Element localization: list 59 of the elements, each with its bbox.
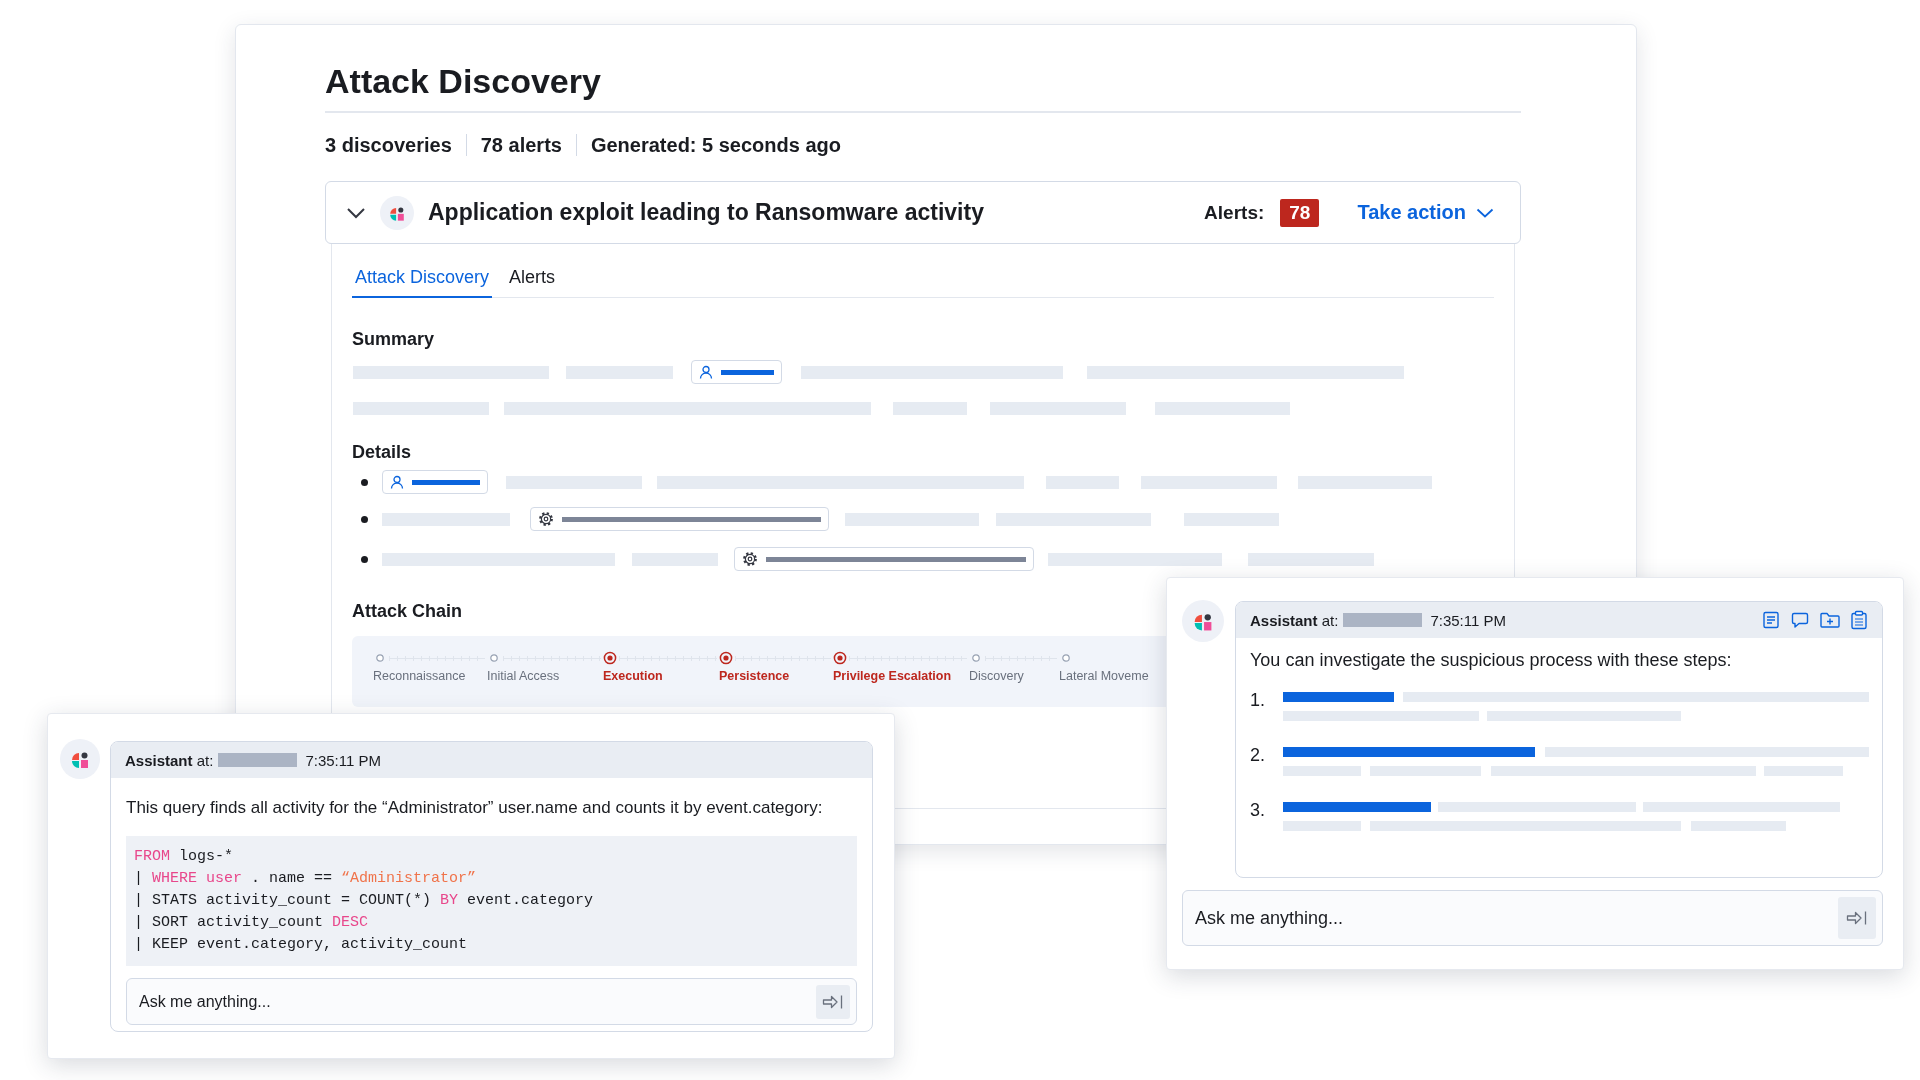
bullet	[360, 515, 368, 523]
alerts-count-badge: 78	[1280, 198, 1320, 227]
step-number: 1.	[1250, 692, 1266, 712]
message-input[interactable]: Ask me anything...	[139, 992, 816, 1011]
send-icon	[1846, 910, 1868, 926]
code-line: FROM logs-*	[134, 847, 235, 867]
section-title: Summary	[352, 328, 435, 350]
assistant-avatar-icon	[380, 195, 414, 230]
assistant-avatar-icon	[1182, 600, 1224, 642]
message-text: You can investigate the suspicious process with these steps:	[1250, 649, 1733, 671]
timestamp: 7:35:11 PM	[1430, 611, 1506, 629]
tab[interactable]: Alerts	[506, 258, 559, 298]
stage-label: Initial Access	[487, 669, 561, 683]
stage-label: Discovery	[969, 669, 1025, 683]
message-input-field[interactable]: Ask me anything...	[126, 978, 857, 1025]
chevron-down-icon	[1476, 207, 1494, 218]
code-line: | SORT activity_count DESC	[134, 913, 370, 933]
user-icon	[390, 475, 405, 489]
send-icon	[822, 993, 844, 1010]
document-icon[interactable]	[1761, 610, 1781, 630]
user-name-placeholder	[412, 479, 480, 485]
folder-plus-icon[interactable]	[1819, 610, 1841, 630]
gear-icon	[741, 551, 758, 567]
code-line: | STATS activity_count = COUNT(*) BY event.category	[134, 891, 595, 911]
user-name-placeholder	[721, 369, 774, 375]
message-input-field[interactable]: Ask me anything...	[1182, 890, 1883, 946]
stat-text: Generated: 5 seconds ago	[590, 133, 841, 157]
message-input[interactable]: Ask me anything...	[1195, 907, 1838, 929]
bullet	[360, 478, 368, 486]
clipboard-icon[interactable]	[1850, 610, 1868, 630]
step-number: 3.	[1250, 802, 1266, 822]
stage-label: Execution	[603, 669, 664, 683]
take-action-button[interactable]: Take action	[1357, 201, 1494, 224]
section-title: Details	[352, 441, 412, 463]
code-line: | KEEP event.category, activity_count	[134, 935, 469, 955]
send-button[interactable]	[1838, 897, 1876, 939]
send-button[interactable]	[816, 984, 850, 1019]
stat-text: 78 alerts	[480, 133, 562, 157]
speech-bubble-icon[interactable]	[1790, 610, 1810, 630]
timestamp: 7:35:11 PM	[305, 751, 381, 769]
alerts-label: Alerts:	[1204, 201, 1265, 224]
bullet	[360, 555, 368, 563]
section-title: Attack Chain	[352, 600, 463, 622]
assistant-avatar-icon	[60, 739, 100, 779]
tab[interactable]: Attack Discovery	[352, 258, 493, 298]
gear-icon	[538, 511, 555, 527]
user-icon	[699, 365, 714, 379]
stage-label: Lateral Moveme	[1059, 669, 1150, 683]
author-label: Assistant at:	[1250, 611, 1339, 629]
page-title: Attack Discovery	[325, 59, 1521, 113]
code-line: | WHERE user . name == “Administrator”	[134, 869, 478, 889]
stat-text: 3 discoveries	[325, 133, 452, 157]
message-text: This query finds all activity for the “Administrator” user.name and counts it by event.category:	[126, 797, 824, 819]
author-label: Assistant at:	[125, 751, 214, 769]
stage-label: Persistence	[719, 669, 791, 683]
discovery-title: Application exploit leading to Ransomware activity	[428, 199, 985, 226]
stage-label: Reconnaissance	[373, 669, 467, 683]
stage-label: Privilege Escalation	[833, 669, 953, 683]
step-number: 2.	[1250, 747, 1266, 767]
